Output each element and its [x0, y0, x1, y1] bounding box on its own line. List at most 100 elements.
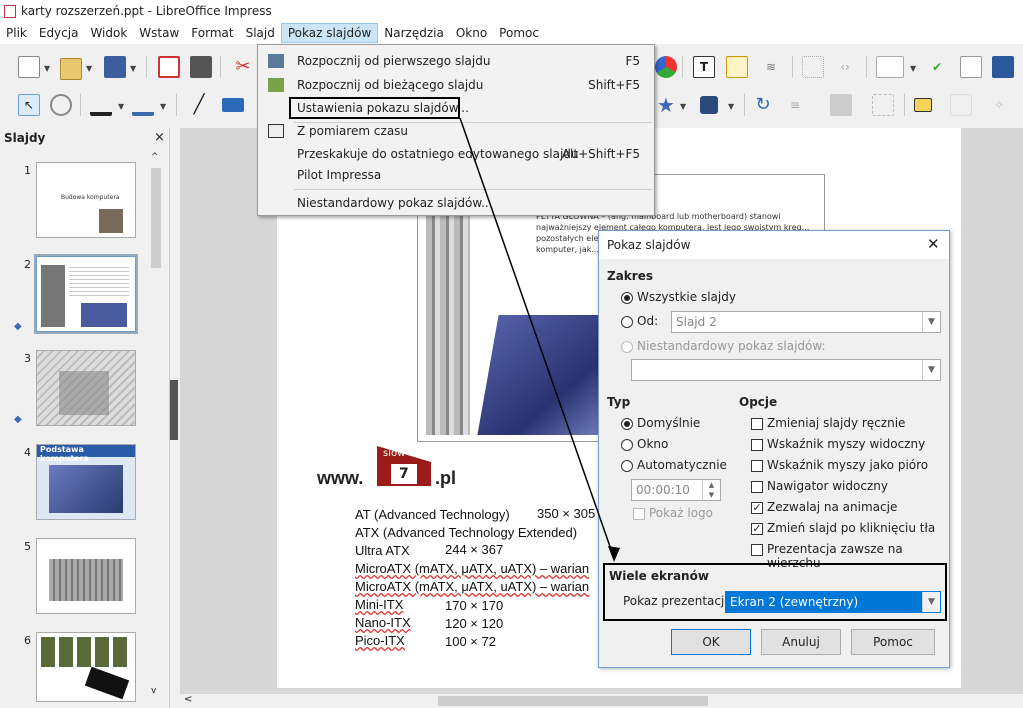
menu-start-current-slide[interactable]: Rozpocznij od bieżącego slajdu Shift+F5 — [258, 74, 654, 96]
arrange-icon[interactable] — [830, 94, 852, 116]
collapse-panel-handle[interactable] — [170, 380, 178, 440]
radio-all-slides[interactable] — [621, 292, 633, 304]
menu-pokaz-slajdow[interactable]: Pokaz slajdów — [280, 23, 379, 43]
align-icon[interactable]: ≡ — [784, 94, 806, 116]
option-checkbox-animations[interactable]: ✓ — [751, 502, 763, 514]
fontwork-icon[interactable] — [726, 56, 748, 78]
new-document-icon[interactable] — [18, 56, 40, 78]
scroll-thumb[interactable] — [438, 696, 708, 706]
master-slide-icon[interactable] — [992, 56, 1014, 78]
select-pointer-icon[interactable]: ↖ — [18, 94, 40, 116]
3d-dropdown-icon[interactable]: ▼ — [728, 102, 734, 111]
spinner-icon[interactable]: ▲ ▼ — [702, 480, 720, 500]
menu-widok[interactable]: Widok — [84, 24, 133, 42]
menu-slajd[interactable]: Slajd — [240, 24, 281, 42]
option-checkbox-click-background[interactable]: ✓ — [751, 523, 763, 535]
export-pdf-icon[interactable] — [158, 56, 180, 78]
slide-thumbnail-4[interactable]: Podstawa komputera — [36, 444, 136, 520]
slide-thumbnail-3[interactable] — [36, 350, 136, 426]
crop-icon[interactable] — [950, 94, 972, 116]
presentation-display-select[interactable]: Ekran 2 (zewnętrzny) ▼ — [725, 591, 941, 613]
impress-app-icon — [4, 4, 16, 18]
scroll-up-icon[interactable]: ^ — [151, 152, 159, 162]
radio-type-default[interactable] — [621, 418, 633, 430]
menu-plik[interactable]: Plik — [0, 24, 33, 42]
slide-thumbnail-6[interactable] — [36, 632, 136, 702]
points-icon[interactable]: ✧ — [988, 94, 1010, 116]
radio-type-auto[interactable] — [621, 460, 633, 472]
views-dropdown-icon[interactable]: ▼ — [910, 64, 916, 73]
cut-icon[interactable]: ✂ — [232, 56, 254, 78]
menu-rehearse-timings[interactable]: Z pomiarem czasu — [258, 120, 654, 142]
new-dropdown-icon[interactable]: ▼ — [44, 64, 50, 73]
cancel-button[interactable]: Anuluj — [761, 629, 841, 655]
slide-thumbnail-5[interactable] — [36, 538, 136, 614]
scroll-thumb[interactable] — [151, 168, 161, 268]
separator — [220, 56, 221, 78]
fill-dropdown-icon[interactable]: ▼ — [160, 102, 166, 111]
radio-type-window[interactable] — [621, 439, 633, 451]
grid-icon[interactable] — [802, 56, 824, 78]
stars-dropdown-icon[interactable]: ▼ — [680, 102, 686, 111]
horizontal-scrollbar[interactable]: < — [180, 694, 1023, 708]
fill-color-icon[interactable] — [132, 94, 154, 116]
save-icon[interactable] — [104, 56, 126, 78]
menu-edycja[interactable]: Edycja — [33, 24, 85, 42]
custom-label: Niestandardowy pokaz slajdów: — [637, 339, 826, 353]
rotate-icon[interactable]: ↻ — [752, 94, 774, 116]
special-character-icon[interactable]: ≋ — [760, 56, 782, 78]
slide-thumbnail-1[interactable]: Budowa komputera — [36, 162, 136, 238]
text-box-icon[interactable]: T — [693, 56, 715, 78]
scroll-down-icon[interactable]: v — [151, 686, 156, 696]
slides-panel-title: Slajdy — [4, 131, 46, 145]
open-folder-icon[interactable] — [60, 58, 82, 80]
slides-scrollbar[interactable]: ^ v — [149, 150, 163, 700]
option-checkbox-navigator[interactable] — [751, 481, 763, 493]
scroll-left-icon[interactable]: < — [184, 694, 192, 705]
helplines-icon[interactable]: ‹› — [834, 56, 856, 78]
close-icon[interactable]: × — [154, 130, 165, 145]
radio-from[interactable] — [621, 316, 633, 328]
menu-wstaw[interactable]: Wstaw — [133, 24, 185, 42]
menu-pomoc[interactable]: Pomoc — [493, 24, 545, 42]
menu-impress-remote[interactable]: Pilot Impressa — [258, 164, 654, 186]
menu-custom-slideshow[interactable]: Niestandardowy pokaz slajdów... — [258, 192, 654, 214]
ok-button[interactable]: OK — [671, 629, 751, 655]
line-dropdown-icon[interactable]: ▼ — [118, 102, 124, 111]
display-views-icon[interactable] — [876, 56, 904, 78]
option-checkbox-manual[interactable] — [751, 418, 763, 430]
line-style-icon[interactable] — [90, 94, 112, 116]
option-checkbox-pointer-pen[interactable] — [751, 460, 763, 472]
slide-layout-icon[interactable]: ✔ — [926, 56, 948, 78]
chart-icon[interactable] — [655, 56, 677, 78]
new-slide-icon[interactable] — [960, 56, 982, 78]
3d-objects-icon[interactable] — [700, 96, 718, 114]
radio-custom[interactable] — [621, 341, 633, 353]
open-dropdown-icon[interactable]: ▼ — [86, 64, 92, 73]
custom-show-select[interactable]: ▼ — [631, 359, 941, 381]
slide-thumbnail-2[interactable] — [34, 254, 138, 334]
dialog-title: Pokaz slajdów — [607, 238, 691, 252]
close-icon[interactable]: ✕ — [927, 235, 940, 253]
menu-jump-last-edited[interactable]: Przeskakuje do ostatniego edytowanego sl… — [258, 143, 654, 165]
save-dropdown-icon[interactable]: ▼ — [130, 64, 136, 73]
option-checkbox-pointer-visible[interactable] — [751, 439, 763, 451]
type-section-title: Typ — [607, 395, 631, 409]
menu-narzedzia[interactable]: Narzędzia — [378, 24, 450, 42]
distribute-icon[interactable] — [872, 94, 894, 116]
from-slide-select[interactable]: Slajd 2 ▼ — [671, 311, 941, 333]
show-logo-checkbox[interactable] — [633, 508, 645, 520]
star-shapes-icon[interactable]: ★ — [655, 94, 677, 116]
option-checkbox-always-on-top[interactable] — [751, 544, 763, 556]
menu-okno[interactable]: Okno — [450, 24, 493, 42]
print-icon[interactable] — [190, 56, 212, 78]
shadow-icon[interactable] — [914, 98, 932, 112]
line-tool-icon[interactable]: ╱ — [188, 94, 210, 116]
rectangle-tool-icon[interactable] — [222, 98, 244, 112]
help-button[interactable]: Pomoc — [851, 629, 935, 655]
time-spinner[interactable]: 00:00:10 ▲ ▼ — [631, 479, 721, 501]
zoom-icon[interactable] — [50, 94, 72, 116]
separator — [792, 56, 793, 78]
menu-format[interactable]: Format — [185, 24, 239, 42]
menu-start-first-slide[interactable]: Rozpocznij od pierwszego slajdu F5 — [258, 50, 654, 72]
